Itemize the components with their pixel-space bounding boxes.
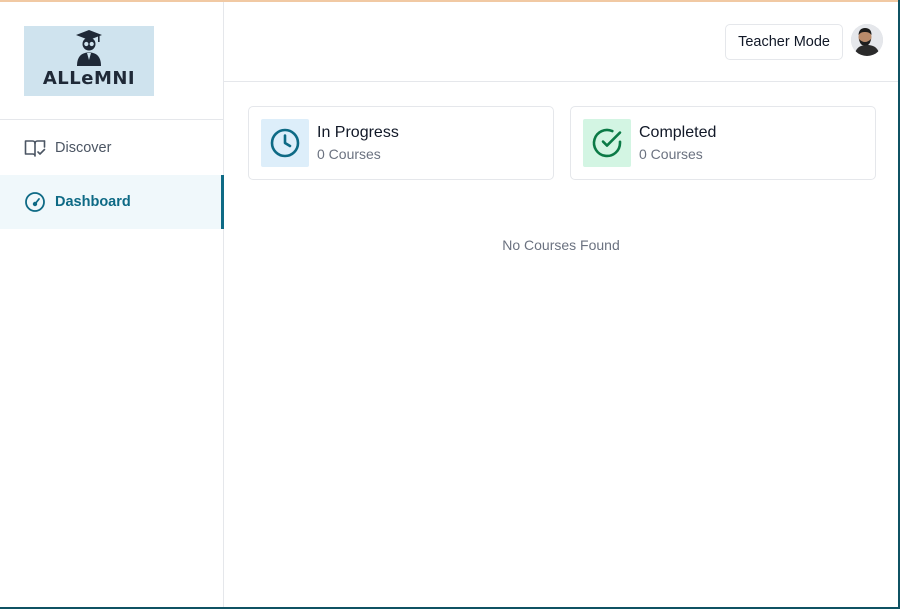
completed-text: Completed 0 Courses [639, 124, 716, 162]
check-circle-icon [592, 128, 622, 158]
sidebar-item-discover[interactable]: Discover [0, 121, 223, 175]
in-progress-text: In Progress 0 Courses [317, 124, 399, 162]
card-subtitle: 0 Courses [639, 146, 703, 162]
sidebar-item-label: Dashboard [55, 194, 131, 210]
sidebar-nav: Discover Dashboard [0, 121, 224, 229]
completed-icon-box [583, 119, 631, 167]
logo[interactable]: ALLeMNI [24, 26, 154, 96]
sidebar: ALLeMNI Discover Dashboard [0, 2, 224, 607]
in-progress-card[interactable]: In Progress 0 Courses [248, 106, 554, 180]
avatar[interactable] [851, 24, 883, 56]
clock-icon [270, 128, 300, 158]
sidebar-item-label: Discover [55, 140, 112, 156]
top-header: Teacher Mode [224, 2, 898, 82]
teacher-mode-button[interactable]: Teacher Mode [725, 24, 843, 60]
gauge-icon [25, 192, 45, 212]
logo-area: ALLeMNI [0, 2, 223, 120]
completed-card[interactable]: Completed 0 Courses [570, 106, 876, 180]
empty-state-message: No Courses Found [502, 237, 620, 253]
card-title: Completed [639, 124, 717, 141]
logo-text: ALLeMNI [42, 68, 136, 89]
graduate-icon [76, 30, 102, 66]
user-avatar-icon [851, 24, 883, 56]
stats-cards: In Progress 0 Courses Completed 0 Course… [248, 106, 876, 180]
book-check-icon [24, 140, 46, 157]
card-subtitle: 0 Courses [317, 146, 381, 162]
sidebar-item-dashboard[interactable]: Dashboard [0, 175, 224, 229]
card-title: In Progress [317, 124, 399, 141]
in-progress-icon-box [261, 119, 309, 167]
